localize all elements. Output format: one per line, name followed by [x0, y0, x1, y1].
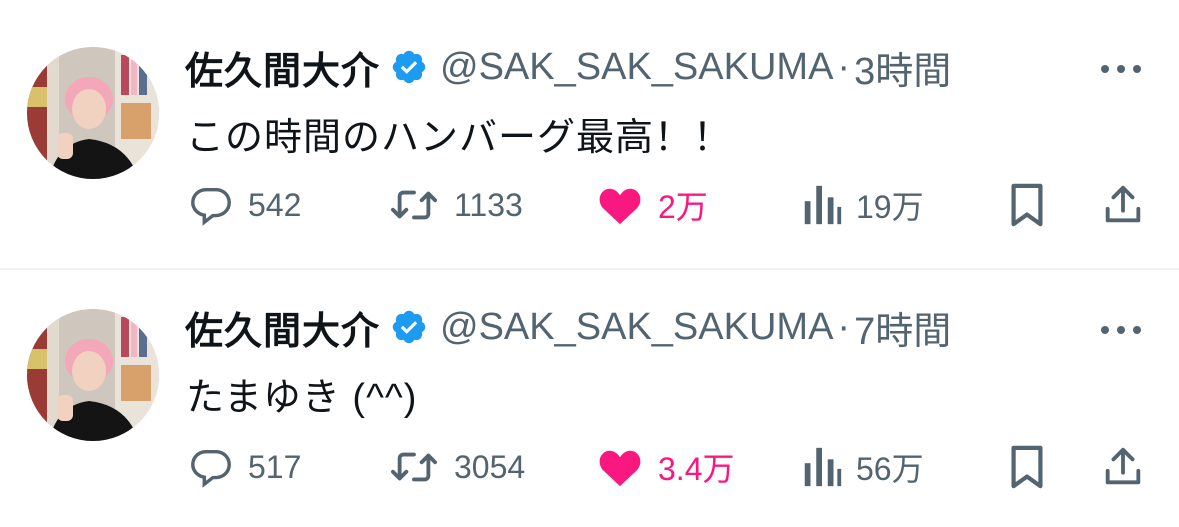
retweet-button[interactable]: 3054: [388, 442, 525, 492]
share-icon: [1100, 182, 1146, 228]
tweet-header: 佐久間大介 @SAK_SAK_SAKUMA · 3時間: [185, 40, 951, 95]
handle[interactable]: @SAK_SAK_SAKUMA: [440, 306, 833, 349]
handle[interactable]: @SAK_SAK_SAKUMA: [440, 46, 833, 89]
bookmark-button[interactable]: [1007, 180, 1047, 230]
avatar[interactable]: [27, 47, 159, 179]
bookmark-button[interactable]: [1007, 442, 1047, 492]
views-button[interactable]: 19万: [802, 180, 924, 230]
share-button[interactable]: [1100, 180, 1146, 230]
action-bar: 517 3054 3.4万 56万: [0, 442, 1179, 492]
more-icon[interactable]: [1099, 323, 1143, 335]
views-icon: [802, 182, 842, 228]
share-icon: [1100, 444, 1146, 490]
like-icon: [596, 444, 644, 490]
tweet[interactable]: 佐久間大介 @SAK_SAK_SAKUMA · 7時間 たまゆき (^^) 51…: [0, 265, 1179, 527]
separator: ·: [837, 305, 851, 348]
reply-button[interactable]: 542: [188, 180, 301, 230]
view-count: 56万: [856, 451, 924, 487]
like-count: 2万: [658, 189, 708, 225]
more-icon[interactable]: [1099, 62, 1143, 74]
like-button[interactable]: 3.4万: [596, 442, 735, 492]
tweet-text: この時間のハンバーグ最高！！: [186, 117, 733, 159]
retweet-icon: [388, 444, 440, 490]
verified-badge-icon: [390, 308, 428, 346]
tweet-header: 佐久間大介 @SAK_SAK_SAKUMA · 7時間: [185, 300, 951, 355]
view-count: 19万: [856, 189, 924, 225]
display-name[interactable]: 佐久間大介: [185, 40, 380, 95]
avatar[interactable]: [27, 309, 159, 441]
retweet-icon: [388, 182, 440, 228]
action-bar: 542 1133 2万 19万: [0, 180, 1179, 230]
retweet-count: 3054: [454, 448, 526, 485]
like-button[interactable]: 2万: [596, 180, 708, 230]
display-name[interactable]: 佐久間大介: [185, 300, 380, 355]
tweet-text: たまゆき (^^): [186, 377, 418, 419]
separator: ·: [837, 45, 851, 88]
reply-count: 517: [248, 448, 302, 485]
timestamp[interactable]: 3時間: [854, 40, 951, 95]
retweet-count: 1133: [454, 186, 523, 223]
bookmark-icon: [1007, 444, 1047, 490]
bookmark-icon: [1007, 182, 1047, 228]
retweet-button[interactable]: 1133: [388, 180, 523, 230]
views-icon: [802, 444, 842, 490]
reply-icon: [188, 444, 234, 490]
share-button[interactable]: [1100, 442, 1146, 492]
reply-count: 542: [248, 186, 302, 223]
tweet[interactable]: 佐久間大介 @SAK_SAK_SAKUMA · 3時間 この時間のハンバーグ最高…: [0, 0, 1179, 262]
reply-button[interactable]: 517: [188, 442, 301, 492]
reply-icon: [188, 182, 234, 228]
verified-badge-icon: [390, 48, 428, 86]
views-button[interactable]: 56万: [802, 442, 924, 492]
like-count: 3.4万: [658, 451, 735, 487]
timestamp[interactable]: 7時間: [854, 300, 951, 355]
like-icon: [596, 182, 644, 228]
